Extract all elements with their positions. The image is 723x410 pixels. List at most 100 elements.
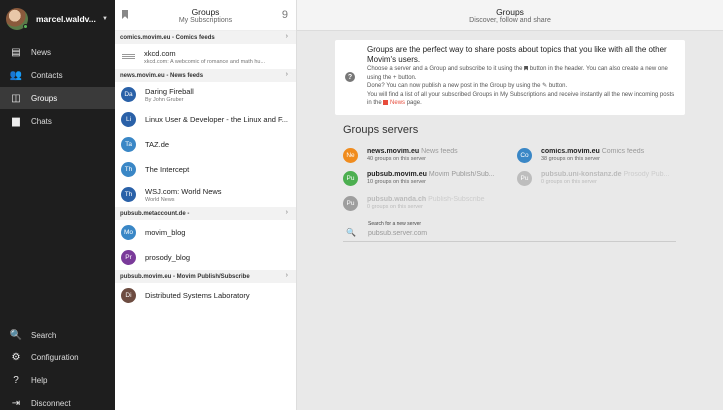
group-list-item[interactable]: Th The Intercept	[115, 157, 296, 182]
group-name: WSJ.com: World News	[145, 186, 222, 196]
server-label: Prosody Pub...	[623, 171, 670, 178]
server-name: pubsub.movim.eu	[367, 171, 427, 178]
group-list-item[interactable]: Di Distributed Systems Laboratory	[115, 283, 296, 308]
chevron-right-icon: ›	[285, 209, 288, 216]
group-avatar: Pr	[121, 250, 136, 265]
group-description: World News	[145, 196, 175, 203]
group-list-item[interactable]: xkcd.com xkcd.com: A webcomic of romance …	[115, 44, 296, 69]
groups-icon: ◫	[11, 92, 21, 104]
nav-label: Search	[31, 330, 57, 340]
server-item[interactable]: Pu pubsub.movim.eu Movim Publish/Sub... 10…	[343, 168, 518, 188]
server-avatar: Ne	[343, 147, 358, 163]
server-avatar: Pu	[343, 170, 358, 186]
server-section-header[interactable]: comics.movim.eu - Comics feeds ›	[115, 31, 296, 44]
nav-label: Help	[31, 375, 48, 385]
group-description: xkcd.com: A webcomic of romance and math…	[144, 58, 266, 65]
server-name: news.movim.eu	[367, 148, 420, 155]
server-item[interactable]: Pu pubsub.uni-konstanz.de Prosody Pub... 0…	[517, 168, 692, 188]
server-group-count: 10 groups on this server	[367, 179, 427, 185]
server-name: pubsub.wanda.ch	[367, 196, 427, 203]
info-card: ? Groups are the perfect way to share po…	[335, 40, 685, 115]
list-subtitle: My Subscriptions	[178, 17, 233, 24]
group-list-item[interactable]: Da Daring Fireball By John Gruber	[115, 82, 296, 107]
main-header: Groups Discover, follow and share	[297, 0, 723, 31]
nav-item-disconnect[interactable]: ⇥ Disconnect	[0, 392, 115, 410]
server-item[interactable]: Co comics.movim.eu Comics feeds 38 groups …	[517, 145, 692, 165]
list-title: Groups	[191, 7, 220, 17]
logout-icon: ⇥	[11, 397, 21, 409]
info-line: You will find a list of all your subscri…	[367, 91, 675, 107]
list-header: Groups My Subscriptions 9	[115, 0, 296, 31]
server-item[interactable]: Ne news.movim.eu News feeds 40 groups on t…	[343, 145, 518, 165]
servers-title: Groups servers	[343, 124, 419, 136]
nav-item-chats[interactable]: ▆ Chats	[0, 110, 115, 132]
group-avatar: Th	[121, 187, 136, 202]
server-name: pubsub.uni-konstanz.de	[541, 171, 622, 178]
group-avatar: Mo	[121, 225, 136, 240]
chevron-right-icon: ›	[285, 71, 288, 78]
group-name: TAZ.de	[145, 140, 170, 149]
server-section-label: news.movim.eu - News feeds	[120, 72, 204, 79]
server-search-input[interactable]	[368, 230, 668, 237]
server-item[interactable]: Pu pubsub.wanda.ch Publish-Subscribe 0 gro…	[343, 193, 518, 213]
server-search-label: Search for a new server	[368, 221, 422, 227]
nav-item-configuration[interactable]: ⚙ Configuration	[0, 346, 115, 368]
group-name: xkcd.com	[144, 48, 176, 58]
gear-icon: ⚙	[11, 351, 21, 363]
feed-thumbnail-icon	[122, 50, 135, 63]
group-avatar: Li	[121, 112, 136, 127]
chevron-right-icon: ›	[285, 33, 288, 40]
group-avatar: Da	[121, 87, 136, 102]
server-name: comics.movim.eu	[541, 148, 600, 155]
bookmark-icon	[524, 65, 529, 71]
contacts-icon: 👥	[9, 69, 23, 81]
server-section-header[interactable]: news.movim.eu - News feeds ›	[115, 69, 296, 82]
group-description: By John Gruber	[145, 96, 184, 103]
user-menu[interactable]: marcel.waldv... ▼	[6, 6, 114, 32]
chats-icon: ▆	[12, 115, 20, 127]
nav-item-contacts[interactable]: 👥 Contacts	[0, 64, 115, 86]
server-label: News feeds	[421, 148, 458, 155]
server-avatar: Pu	[517, 170, 532, 186]
server-search: 🔍 Search for a new server	[343, 220, 676, 242]
server-section-header[interactable]: pubsub.metaccount.de - ›	[115, 207, 296, 220]
news-link[interactable]: News	[390, 100, 405, 106]
server-group-count: 0 groups on this server	[367, 204, 423, 210]
group-name: Daring Fireball	[145, 86, 194, 96]
main-panel: Groups Discover, follow and share ? Grou…	[297, 0, 723, 410]
server-group-count: 40 groups on this server	[367, 156, 427, 162]
main-subtitle: Discover, follow and share	[469, 17, 551, 24]
nav-label: Disconnect	[31, 398, 71, 408]
group-avatar: Ta	[121, 137, 136, 152]
group-list-item[interactable]: Mo movim_blog	[115, 220, 296, 245]
presence-indicator	[23, 24, 28, 29]
group-name: Distributed Systems Laboratory	[145, 291, 250, 300]
group-list-item[interactable]: Pr prosody_blog	[115, 245, 296, 270]
group-list-item[interactable]: Th WSJ.com: World News World News	[115, 182, 296, 207]
server-section-header[interactable]: pubsub.movim.eu - Movim Publish/Subscrib…	[115, 270, 296, 283]
group-avatar: Di	[121, 288, 136, 303]
nav-label: Contacts	[31, 70, 63, 80]
group-avatar: Th	[121, 162, 136, 177]
nav-item-help[interactable]: ? Help	[0, 369, 115, 391]
server-label: Publish-Subscribe	[428, 196, 485, 203]
nav-item-news[interactable]: ▤ News	[0, 41, 115, 63]
user-name: marcel.waldv...	[36, 14, 96, 24]
nav-item-groups[interactable]: ◫ Groups	[0, 87, 115, 109]
sidebar: marcel.waldv... ▼ ▤ News 👥 Contacts ◫ Groups ▆…	[0, 0, 115, 410]
nav-label: News	[31, 47, 52, 57]
server-section-label: pubsub.movim.eu - Movim Publish/Subscrib…	[120, 273, 250, 280]
caret-down-icon[interactable]: ▼	[102, 16, 108, 22]
server-avatar: Pu	[343, 195, 358, 211]
nav-item-search[interactable]: 🔍 Search	[0, 324, 115, 346]
news-icon	[383, 99, 389, 105]
main-title: Groups	[496, 7, 524, 17]
server-section-label: comics.movim.eu - Comics feeds	[120, 34, 215, 41]
group-list-item[interactable]: Ta TAZ.de	[115, 132, 296, 157]
help-icon: ?	[345, 72, 355, 82]
group-list-item[interactable]: Li Linux User & Developer - the Linux and…	[115, 107, 296, 132]
server-group-count: 38 groups on this server	[541, 156, 601, 162]
group-name: The Intercept	[145, 165, 190, 174]
server-group-count: 0 groups on this server	[541, 179, 597, 185]
server-section-label: pubsub.metaccount.de -	[120, 210, 190, 217]
